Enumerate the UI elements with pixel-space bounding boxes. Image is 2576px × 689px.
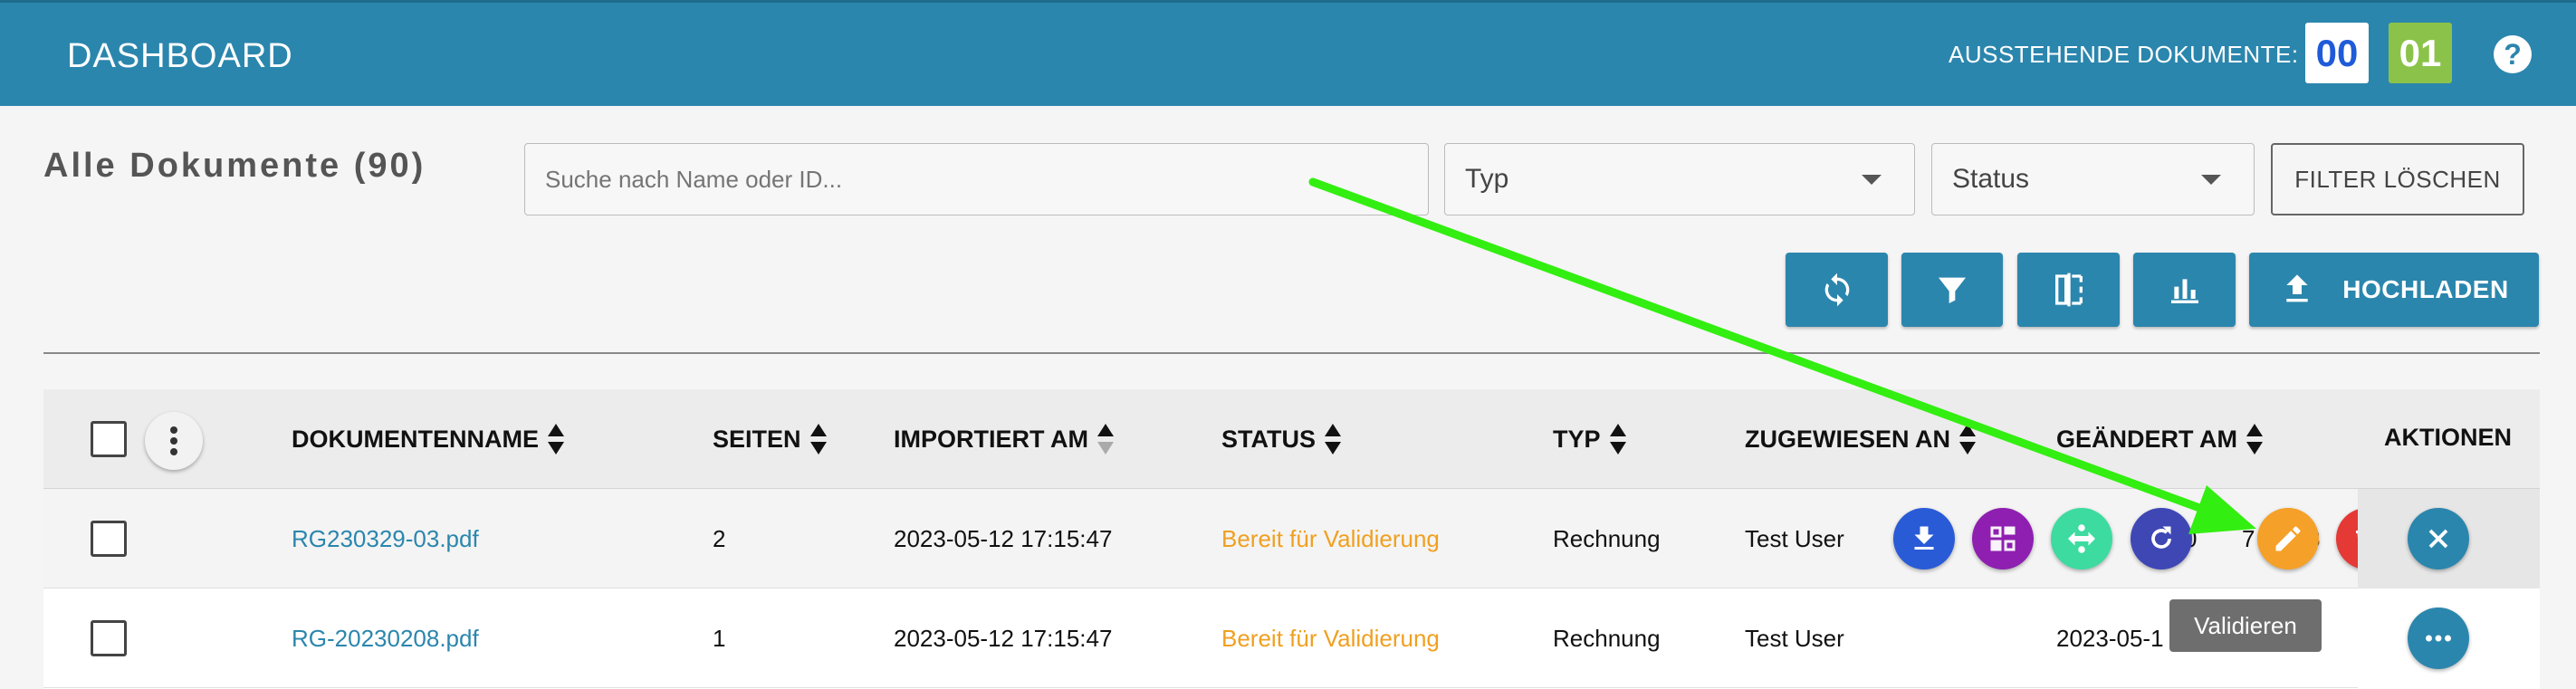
row-checkbox[interactable] [91,521,127,557]
clear-filter-button[interactable]: FILTER LÖSCHEN [2271,143,2524,215]
imported-cell: 2023-05-12 17:15:47 [894,625,1113,652]
more-horizontal-icon [2426,635,2451,642]
upload-icon [2286,274,2308,302]
app-title[interactable]: DASHBOARD [67,37,293,76]
document-name-link[interactable]: RG230329-03.pdf [292,525,479,553]
sort-ascending-icon [1097,424,1114,455]
column-header-imported[interactable]: IMPORTIERT AM [894,424,1114,455]
table-row[interactable]: RG230329-03.pdf 2 2023-05-12 17:15:47 Be… [43,489,2540,589]
merge-icon [2068,524,2095,553]
split-view-icon [2054,273,2083,307]
type-cell: Rechnung [1553,525,1661,552]
table-menu-button[interactable] [145,412,203,470]
actions-cell [2358,589,2540,688]
document-name-link[interactable]: RG-20230208.pdf [292,625,479,653]
column-header-changed-label: GEÄNDERT AM [2056,425,2237,453]
table-row[interactable]: RG-20230208.pdf 1 2023-05-12 17:15:47 Be… [43,589,2540,688]
table-header: DOKUMENTENNAME SEITEN IMPORTIERT AM STAT… [43,389,2540,489]
column-header-name[interactable]: DOKUMENTENNAME [292,424,564,455]
column-header-status[interactable]: STATUS [1221,424,1341,455]
column-header-pages-label: SEITEN [713,425,801,453]
sort-icon [1959,424,1977,455]
pencil-icon [2275,526,2301,551]
validate-tooltip: Validieren [2169,599,2322,652]
pending-count-green-badge[interactable]: 01 [2389,23,2452,83]
documents-table: DOKUMENTENNAME SEITEN IMPORTIERT AM STAT… [43,389,2540,689]
sort-icon [548,424,564,455]
assigned-cell: Test User [1745,525,1844,552]
refresh-icon [1824,273,1849,307]
imported-cell: 2023-05-12 17:15:47 [894,525,1113,552]
download-icon [1914,526,1934,550]
sort-icon [809,424,827,455]
pages-cell: 2 [713,525,726,552]
column-header-imported-label: IMPORTIERT AM [894,425,1088,453]
status-select-label: Status [1952,164,2030,194]
column-header-status-label: STATUS [1221,425,1316,453]
sort-icon [2246,424,2263,455]
column-header-assigned[interactable]: ZUGEWIESEN AN [1745,424,1977,455]
row-checkbox[interactable] [91,620,127,656]
download-button[interactable] [1893,508,1955,569]
page-title: Alle Dokumente (90) [43,147,426,185]
changed-cell-fragment: 7 [2242,525,2255,552]
chevron-down-icon [2201,175,2221,185]
assigned-cell: Test User [1745,625,1844,652]
filter-icon [1939,277,1966,303]
pages-cell: 1 [713,625,726,652]
search-input[interactable] [524,143,1429,215]
column-header-name-label: DOKUMENTENNAME [292,425,539,453]
type-select-label: Typ [1465,164,1509,194]
close-icon [2428,529,2448,549]
actions-cell [2358,489,2540,589]
status-cell: Bereit für Validierung [1221,525,1440,552]
more-vertical-icon [170,426,177,455]
column-header-changed[interactable]: GEÄNDERT AM [2056,424,2263,455]
sort-icon [1609,424,1626,455]
pending-count-blue-badge[interactable]: 00 [2305,23,2369,83]
pending-documents-label: AUSSTEHENDE DOKUMENTE: [1949,41,2299,68]
upload-button[interactable]: HOCHLADEN [2249,253,2539,327]
column-header-pages[interactable]: SEITEN [713,424,827,455]
type-cell: Rechnung [1553,625,1661,652]
bar-chart-icon [2170,279,2198,303]
split-document-button[interactable] [1972,508,2034,569]
merge-document-button[interactable] [2051,508,2112,569]
status-cell: Bereit für Validierung [1221,625,1440,652]
reset-document-button[interactable] [2131,508,2192,569]
filter-button[interactable] [1901,253,2003,327]
type-select[interactable]: Typ [1444,143,1915,215]
toolbar-divider [43,352,2540,354]
column-header-type-label: TYP [1553,425,1601,453]
column-header-type[interactable]: TYP [1553,424,1626,455]
upload-button-label: HOCHLADEN [2342,275,2509,303]
refresh-button[interactable] [1786,253,1888,327]
column-header-actions: AKTIONEN [2384,424,2512,451]
select-all-checkbox[interactable] [91,421,127,457]
reset-icon [2151,526,2171,549]
status-select[interactable]: Status [1931,143,2255,215]
sort-icon [1325,424,1341,455]
changed-cell: 2023-05-1 [2056,625,2164,652]
statistics-button[interactable] [2133,253,2236,327]
close-actions-button[interactable] [2408,508,2469,569]
more-actions-button[interactable] [2408,608,2469,669]
app-header: DASHBOARD AUSSTEHENDE DOKUMENTE: 00 01 ? [0,0,2576,106]
column-header-assigned-label: ZUGEWIESEN AN [1745,425,1951,453]
chevron-down-icon [1862,175,1882,185]
split-view-button[interactable] [2017,253,2120,327]
split-document-icon [1990,526,2016,551]
validate-button[interactable] [2257,508,2319,569]
help-icon[interactable]: ? [2494,35,2532,73]
